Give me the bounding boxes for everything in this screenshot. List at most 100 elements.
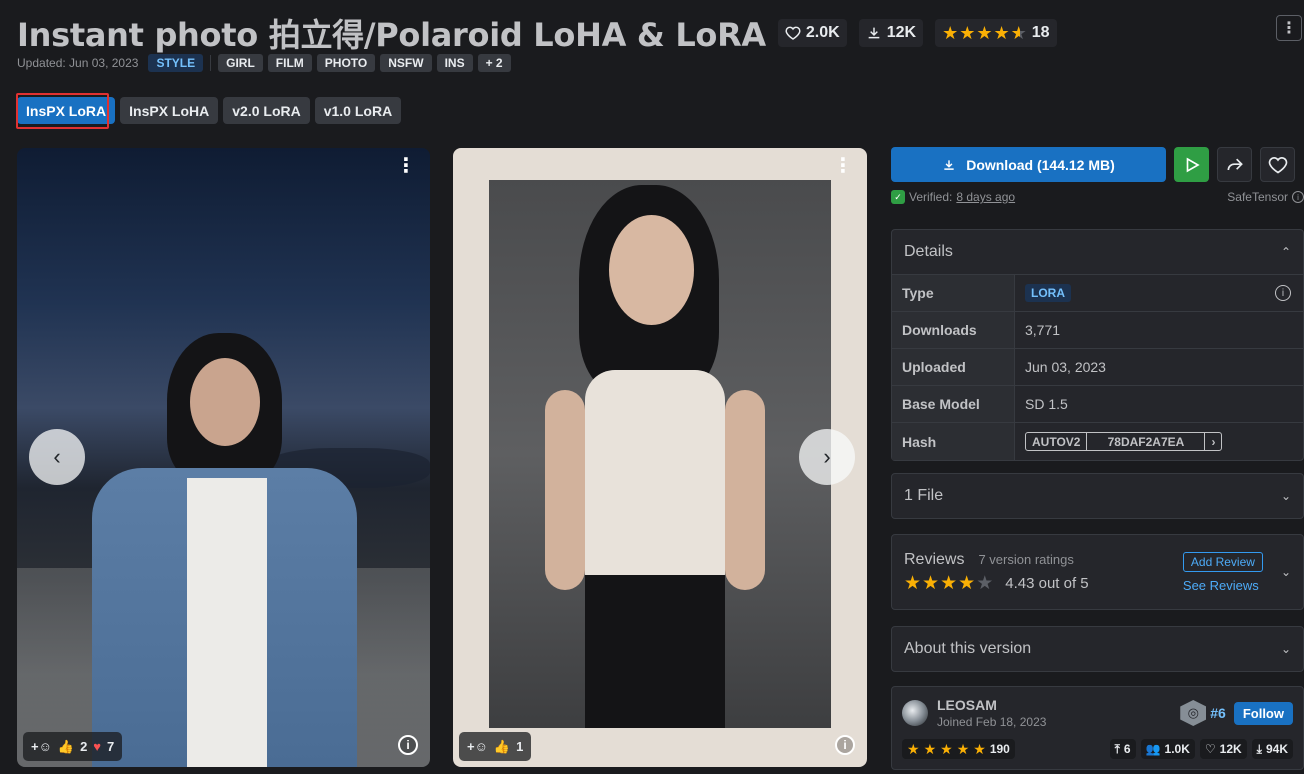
add-reaction-icon[interactable]: +☺ [467,739,488,754]
thumbs-count: 2 [80,739,88,754]
creator-name[interactable]: LEOSAM [937,697,1180,713]
details-row-base-model: Base Model SD 1.5 [892,386,1303,423]
verified-label: Verified: [909,190,953,204]
creator-rank: ◎ #6 [1180,700,1226,726]
details-row-uploaded: Uploaded Jun 03, 2023 [892,349,1303,386]
share-button[interactable] [1217,147,1252,182]
top-shape [585,370,725,580]
likes-badge[interactable]: 2.0K [777,19,847,47]
heart-icon [785,26,801,40]
shield-check-icon: ✓ [891,190,905,204]
chevron-right-icon: › [823,444,831,469]
gallery-image-1[interactable]: ⋮ ‹ +☺ 👍 2 ♥ 7 i [17,148,430,767]
tag-more[interactable]: + 2 [477,54,511,72]
download-label: Download (144.12 MB) [966,156,1115,173]
reviews-panel: Reviews 7 version ratings ★ ★ ★ ★ ★ 4.43… [891,534,1304,610]
arm-shape [725,390,765,590]
likes-count: 2.0K [805,24,840,41]
gallery-image-2[interactable]: ⋮ › +☺ 👍 1 i [453,148,867,767]
image-info-icon[interactable]: i [398,735,418,755]
hearts-count: 7 [107,739,115,754]
reactions-bar[interactable]: +☺ 👍 1 [459,732,532,761]
downloads-badge[interactable]: 12K [858,19,924,47]
info-icon[interactable]: i [1292,191,1304,203]
type-badge: LORA [1025,284,1071,302]
download-row: Download (144.12 MB) [891,147,1304,182]
see-reviews-link[interactable]: See Reviews [1183,578,1259,593]
chevron-right-icon[interactable]: › [1205,433,1221,450]
details-table: Type LORA i Downloads 3,771 Uploaded Jun… [892,274,1303,460]
more-options-button[interactable]: ⋮ [1276,15,1302,41]
reactions-bar[interactable]: +☺ 👍 2 ♥ 7 [23,732,123,761]
avatar[interactable] [902,700,928,726]
details-panel: Details ⌃ Type LORA i Downloads 3,771 Up… [891,229,1304,461]
downloads-count: 12K [886,24,917,41]
heart-reaction-icon: ♥ [93,739,102,754]
face-shape [609,215,694,325]
creator-joined: Joined Feb 18, 2023 [937,715,1047,729]
details-label: Downloads [892,312,1015,348]
followers-count: 1.0K [1164,742,1190,756]
title-row: Instant photo 拍立得/Polaroid LoHA & LoRA 2… [17,10,1057,56]
star-icon: ★ [993,23,1010,43]
shirt-shape [187,478,267,767]
polaroid-frame [489,180,831,728]
rating-badge[interactable]: ★ ★ ★ ★ ★ 18 [935,19,1057,47]
details-value: SD 1.5 [1025,396,1068,412]
star-icon: ★ [956,741,970,757]
run-button[interactable] [1174,147,1209,182]
verified-time[interactable]: 8 days ago [956,190,1015,204]
creator-rating-count: 190 [989,742,1010,756]
thumbs-count: 1 [516,739,524,754]
add-review-button[interactable]: Add Review [1182,551,1263,572]
tag-nsfw[interactable]: NSFW [380,54,432,72]
updated-date: Updated: Jun 03, 2023 [17,56,139,70]
info-icon[interactable]: i [1275,285,1291,301]
star-icon: ★ [973,741,986,757]
star-icon: ★ [976,23,993,43]
rating-stars: ★ ★ ★ ★ ★ [942,24,1027,42]
details-header[interactable]: Details ⌃ [892,230,1303,274]
tag-photo[interactable]: PHOTO [316,54,376,72]
rating-count: 18 [1031,24,1050,41]
add-reaction-icon[interactable]: +☺ [31,739,52,754]
details-row-downloads: Downloads 3,771 [892,312,1303,349]
like-button[interactable] [1260,147,1295,182]
arm-shape [545,390,585,590]
version-tab-v1-lora[interactable]: v1.0 LoRA [314,97,402,124]
image-info-icon[interactable]: i [835,735,855,755]
divider [210,55,212,71]
chevron-left-icon: ‹ [53,444,61,469]
details-label: Uploaded [892,349,1015,385]
tag-style[interactable]: STYLE [148,54,204,72]
details-label: Base Model [892,386,1015,422]
creator-stats: ⤒ 6 👥 1.0K ♡ 12K ⤓ 94K [1109,739,1293,759]
file-format: SafeTensor [1227,190,1288,204]
version-tab-inspx-lora[interactable]: InsPX LoRA [17,97,116,124]
carousel-prev-button[interactable]: ‹ [29,429,85,485]
image-menu-icon[interactable]: ⋮ [396,156,416,176]
files-panel[interactable]: 1 File ⌄ [891,473,1304,519]
creator-likes-count: 12K [1219,742,1242,756]
sidebar: Download (144.12 MB) ✓ Verified: 8 days … [891,147,1304,770]
download-button[interactable]: Download (144.12 MB) [891,147,1166,182]
creator-likes-badge: ♡ 12K [1199,739,1247,759]
reviews-title: Reviews [904,551,965,568]
version-tab-v2-lora[interactable]: v2.0 LoRA [223,97,310,124]
star-icon: ★ [907,741,920,757]
chevron-down-icon[interactable]: ⌄ [1281,565,1291,579]
tag-ins[interactable]: INS [436,54,473,72]
hash-box[interactable]: AUTOV2 78DAF2A7EA › [1025,432,1223,451]
carousel-next-button[interactable]: › [799,429,855,485]
chevron-up-icon: ⌃ [1280,245,1291,259]
half-star-icon: ★ [1010,23,1027,43]
image-menu-icon[interactable]: ⋮ [833,156,853,176]
tag-film[interactable]: FILM [267,54,312,72]
creator-downloads-count: 94K [1265,742,1288,756]
thumbs-up-icon: 👍 [57,738,75,754]
chevron-down-icon: ⌄ [1280,489,1291,503]
tag-girl[interactable]: GIRL [218,54,263,72]
follow-button[interactable]: Follow [1233,701,1293,725]
about-panel[interactable]: About this version ⌄ [891,626,1304,672]
version-tab-inspx-loha[interactable]: InsPX LoHA [120,97,219,124]
